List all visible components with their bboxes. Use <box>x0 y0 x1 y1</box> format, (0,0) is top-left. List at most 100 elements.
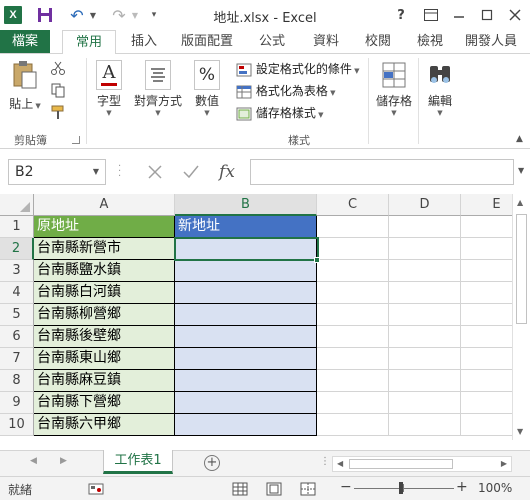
row-header[interactable]: 10 <box>0 414 34 436</box>
row-header[interactable]: 6 <box>0 326 34 348</box>
row-header[interactable]: 9 <box>0 392 34 414</box>
empty-cell[interactable] <box>317 392 389 414</box>
font-button[interactable]: A 字型 ▼ <box>92 60 126 117</box>
cell-new-address[interactable] <box>175 260 317 282</box>
save-icon[interactable] <box>36 6 54 24</box>
redo-dropdown-icon[interactable]: ▼ <box>130 6 140 24</box>
empty-cell[interactable] <box>317 370 389 392</box>
empty-cell[interactable] <box>461 414 512 436</box>
enter-icon[interactable] <box>178 160 204 184</box>
tab-insert[interactable]: 插入 <box>126 30 162 54</box>
vertical-scrollbar[interactable]: ▲ ▼ <box>512 194 530 440</box>
empty-cell[interactable] <box>461 282 512 304</box>
column-header-d[interactable]: D <box>389 194 461 216</box>
empty-cell[interactable] <box>389 392 461 414</box>
close-icon[interactable] <box>504 4 526 26</box>
worksheet-grid[interactable]: A B C D E 1 原地址 新地址 2 台南縣新營市 3 台南縣鹽水鎮 4 台南縣白河鎮 5 台… <box>0 194 512 440</box>
alignment-button[interactable]: 對齊方式 ▼ <box>132 60 184 117</box>
header-cell-original-address[interactable]: 原地址 <box>34 216 175 238</box>
vertical-scroll-thumb[interactable] <box>516 214 527 324</box>
empty-cell[interactable] <box>317 216 389 238</box>
empty-cell[interactable] <box>317 348 389 370</box>
horizontal-scrollbar[interactable]: ◀ ▶ <box>332 456 512 472</box>
cell-original-address[interactable]: 台南縣六甲鄉 <box>34 414 175 436</box>
cancel-icon[interactable] <box>142 160 168 184</box>
collapse-ribbon-icon[interactable]: ▲ <box>516 134 523 144</box>
zoom-level[interactable]: 100% <box>478 481 512 495</box>
help-button[interactable]: ? <box>390 4 412 26</box>
tab-review[interactable]: 校閱 <box>358 30 398 54</box>
cell-new-address[interactable] <box>175 326 317 348</box>
clipboard-launcher-icon[interactable] <box>72 136 80 144</box>
redo-icon[interactable]: ↷ <box>110 6 128 25</box>
name-box-dropdown-icon[interactable]: ▼ <box>93 160 99 184</box>
fill-handle[interactable] <box>314 257 320 263</box>
excel-logo-icon[interactable]: X <box>4 6 22 24</box>
cell-new-address[interactable] <box>175 414 317 436</box>
normal-view-icon[interactable] <box>232 481 248 497</box>
empty-cell[interactable] <box>461 326 512 348</box>
empty-cell[interactable] <box>317 304 389 326</box>
cell-original-address[interactable]: 台南縣柳營鄉 <box>34 304 175 326</box>
empty-cell[interactable] <box>461 304 512 326</box>
row-header[interactable]: 1 <box>0 216 34 238</box>
tab-data[interactable]: 資料 <box>306 30 346 54</box>
empty-cell[interactable] <box>389 238 461 260</box>
row-header[interactable]: 3 <box>0 260 34 282</box>
tab-page-layout[interactable]: 版面配置 <box>176 30 238 54</box>
zoom-slider-track[interactable] <box>354 488 454 489</box>
paste-button[interactable]: 貼上 ▼ <box>8 60 42 112</box>
cut-icon[interactable] <box>50 60 66 76</box>
minimize-icon[interactable] <box>448 4 470 26</box>
horizontal-scroll-thumb[interactable] <box>349 459 453 469</box>
ribbon-display-icon[interactable] <box>420 4 442 26</box>
cell-new-address[interactable] <box>175 304 317 326</box>
empty-cell[interactable] <box>389 216 461 238</box>
cell-new-address[interactable] <box>175 392 317 414</box>
insert-function-button[interactable]: fx <box>214 160 240 184</box>
column-header-a[interactable]: A <box>34 194 175 216</box>
customize-qat-icon[interactable]: ▾ <box>148 6 160 24</box>
row-header[interactable]: 2 <box>0 238 34 260</box>
number-button[interactable]: % 數值 ▼ <box>190 60 224 117</box>
empty-cell[interactable] <box>461 392 512 414</box>
cell-original-address[interactable]: 台南縣鹽水鎮 <box>34 260 175 282</box>
scroll-up-icon[interactable]: ▲ <box>517 198 523 207</box>
column-header-c[interactable]: C <box>317 194 389 216</box>
tab-view[interactable]: 檢視 <box>410 30 450 54</box>
empty-cell[interactable] <box>461 216 512 238</box>
cell-new-address[interactable] <box>175 238 317 260</box>
cell-original-address[interactable]: 台南縣下營鄉 <box>34 392 175 414</box>
undo-dropdown-icon[interactable]: ▼ <box>88 6 98 24</box>
formula-input[interactable] <box>250 159 514 185</box>
empty-cell[interactable] <box>461 370 512 392</box>
previous-sheet-icon[interactable]: ◀ <box>30 456 37 466</box>
empty-cell[interactable] <box>389 348 461 370</box>
maximize-icon[interactable] <box>476 4 498 26</box>
tab-developer[interactable]: 開發人員 <box>465 30 530 54</box>
row-header[interactable]: 4 <box>0 282 34 304</box>
empty-cell[interactable] <box>389 282 461 304</box>
cell-new-address[interactable] <box>175 282 317 304</box>
undo-icon[interactable]: ↶ <box>68 6 86 25</box>
empty-cell[interactable] <box>461 260 512 282</box>
cell-styles-button[interactable]: 儲存格樣式 ▼ <box>236 104 323 122</box>
empty-cell[interactable] <box>389 260 461 282</box>
empty-cell[interactable] <box>317 238 389 260</box>
expand-formula-icon[interactable]: ▼ <box>518 166 524 175</box>
zoom-in-button[interactable]: + <box>456 479 468 495</box>
row-header[interactable]: 7 <box>0 348 34 370</box>
tab-formulas[interactable]: 公式 <box>252 30 292 54</box>
empty-cell[interactable] <box>461 238 512 260</box>
page-break-icon[interactable] <box>300 481 316 497</box>
row-header[interactable]: 8 <box>0 370 34 392</box>
cell-new-address[interactable] <box>175 348 317 370</box>
cell-new-address[interactable] <box>175 370 317 392</box>
column-header-e[interactable]: E <box>461 194 512 216</box>
cell-original-address[interactable]: 台南縣新營市 <box>34 238 175 260</box>
empty-cell[interactable] <box>317 414 389 436</box>
empty-cell[interactable] <box>461 348 512 370</box>
grip-icon[interactable]: · · · <box>118 162 124 182</box>
cell-original-address[interactable]: 台南縣麻豆鎮 <box>34 370 175 392</box>
select-all-button[interactable] <box>0 194 34 216</box>
